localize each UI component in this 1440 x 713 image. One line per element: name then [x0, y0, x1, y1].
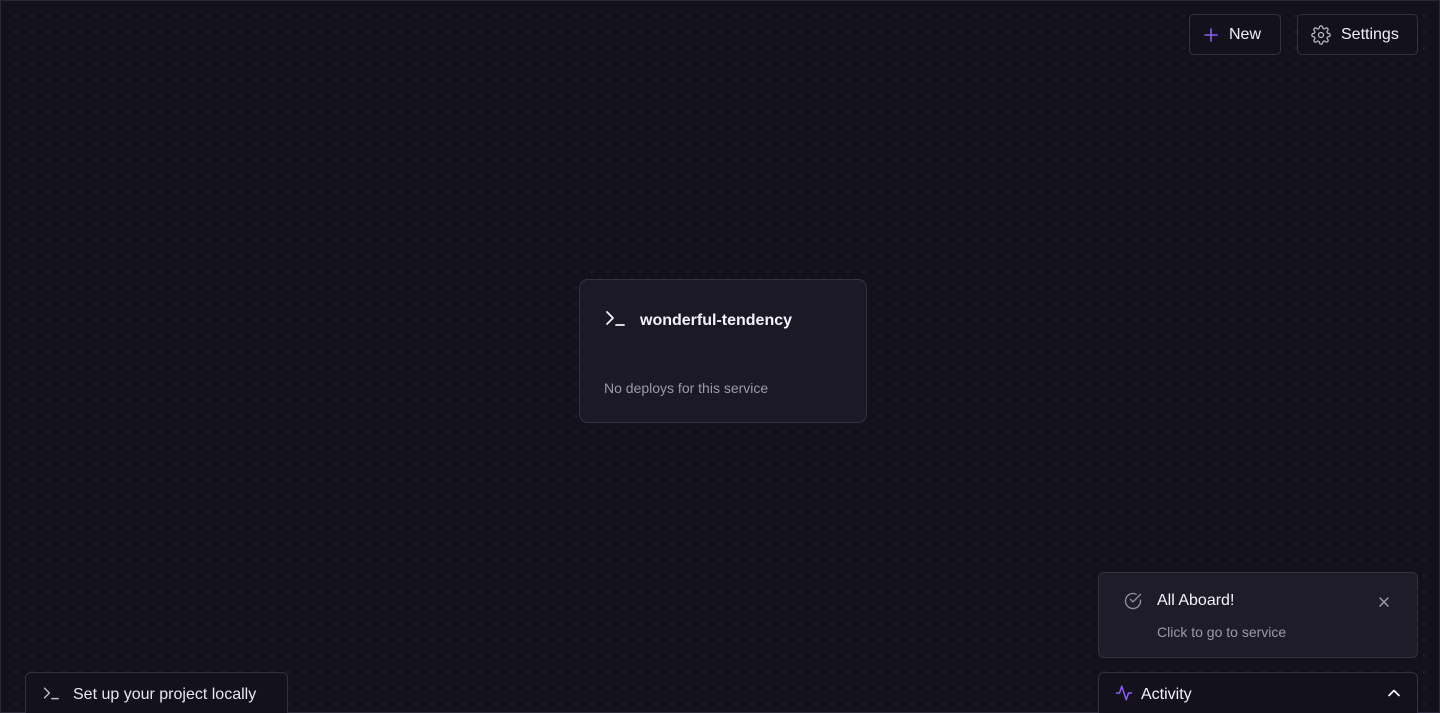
close-icon[interactable] — [1375, 593, 1393, 611]
service-header: wonderful-tendency — [604, 308, 792, 333]
service-card[interactable]: wonderful-tendency No deploys for this s… — [579, 279, 867, 423]
setup-local-label: Set up your project locally — [73, 686, 257, 703]
terminal-icon — [42, 685, 60, 706]
plus-icon — [1203, 27, 1219, 43]
settings-button-label: Settings — [1341, 25, 1399, 43]
activity-pulse-icon — [1115, 684, 1133, 707]
chevron-up-icon[interactable] — [1387, 686, 1401, 705]
setup-local-button[interactable]: Set up your project locally — [25, 672, 288, 713]
notification-toast[interactable]: All Aboard! Click to go to service — [1098, 572, 1418, 658]
new-button[interactable]: New — [1189, 14, 1281, 55]
service-name: wonderful-tendency — [640, 311, 793, 329]
check-circle-icon — [1123, 591, 1143, 616]
new-button-label: New — [1229, 25, 1262, 43]
toast-title: All Aboard! — [1157, 592, 1235, 609]
activity-panel-toggle[interactable]: Activity — [1098, 672, 1418, 713]
activity-label: Activity — [1141, 686, 1192, 703]
toast-message: Click to go to service — [1157, 624, 1287, 640]
settings-button[interactable]: Settings — [1297, 14, 1418, 55]
gear-icon — [1311, 24, 1331, 45]
service-deploy-status: No deploys for this service — [604, 380, 769, 396]
terminal-icon — [604, 308, 626, 333]
